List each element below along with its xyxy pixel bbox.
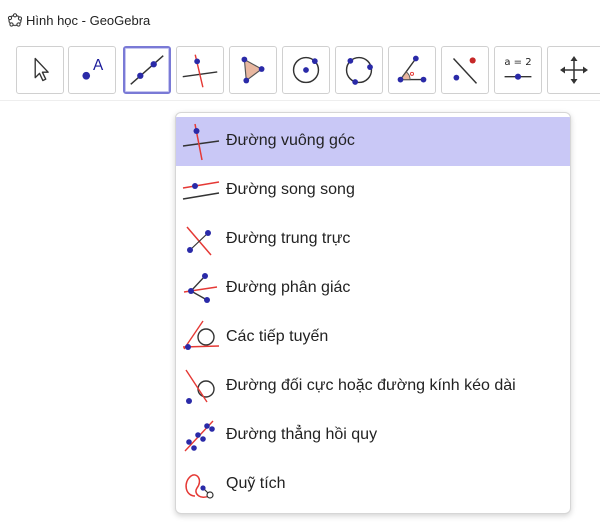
polygon-tool-button[interactable] [229, 46, 277, 94]
line-tool-button[interactable] [123, 46, 171, 94]
move-graphics-tool-button[interactable] [547, 46, 600, 94]
parallel-line-icon [182, 181, 220, 200]
perpendicular-line-icon [182, 54, 218, 88]
menu-item-label: Các tiếp tuyến [226, 328, 329, 345]
menu-item-label: Đường song song [226, 181, 355, 198]
menu-item-tangents[interactable]: Các tiếp tuyến [176, 313, 570, 362]
window-title: Hình học - GeoGebra [26, 13, 151, 28]
reflect-tool-button[interactable] [441, 46, 489, 94]
menu-item-angle-bisector[interactable]: Đường phân giác [176, 264, 570, 313]
polar-diameter-line-icon [185, 369, 215, 404]
menu-item-label: Đường đối cực hoặc đường kính kéo dài [226, 377, 516, 394]
menu-item-perpendicular-bisector[interactable]: Đường trung trực [176, 215, 570, 264]
menu-item-label: Quỹ tích [226, 475, 286, 492]
circle-center-point-tool-button[interactable] [282, 46, 330, 94]
geogebra-logo-icon [7, 13, 23, 27]
menu-item-label: Đường trung trực [226, 230, 351, 247]
menu-item-label: Đường thẳng hồi quy [226, 426, 378, 443]
slider-label: a = 2 [504, 57, 532, 68]
circle-three-points-tool-button[interactable] [335, 46, 383, 94]
point-a-icon: A [82, 57, 104, 80]
tangents-icon [182, 320, 220, 350]
perpendicular-bisector-icon [186, 226, 212, 256]
move-tool-button[interactable] [16, 46, 64, 94]
geogebra-window: Hình học - GeoGebra A a = 2 Đường vuông … [0, 0, 600, 525]
circle-three-points-icon [345, 56, 373, 85]
menu-item-label: Đường vuông góc [226, 132, 355, 149]
reflect-about-line-icon [452, 57, 478, 84]
line-through-two-points-icon [130, 55, 164, 85]
toolbar: A a = 2 [0, 46, 600, 96]
slider-icon [504, 73, 532, 80]
angle-tool-button[interactable] [388, 46, 436, 94]
menu-item-locus[interactable]: Quỹ tích [176, 460, 570, 509]
menu-item-best-fit-line[interactable]: Đường thẳng hồi quy [176, 411, 570, 460]
best-fit-line-icon [184, 420, 215, 452]
polygon-icon [241, 56, 265, 84]
point-label: A [93, 57, 104, 74]
menu-item-parallel-line[interactable]: Đường song song [176, 166, 570, 215]
menu-item-label: Đường phân giác [226, 279, 351, 296]
angle-icon [397, 55, 427, 83]
menu-item-polar-diameter-line[interactable]: Đường đối cực hoặc đường kính kéo dài [176, 362, 570, 411]
title-bar: Hình học - GeoGebra [0, 0, 600, 40]
perpendicular-line-icon [182, 123, 220, 161]
point-tool-button[interactable]: A [68, 46, 116, 94]
menu-item-perpendicular-line[interactable]: Đường vuông góc [176, 117, 570, 166]
cursor-arrow-icon [34, 57, 49, 82]
toolbar-divider [0, 100, 600, 101]
circle-center-point-icon [292, 56, 320, 84]
locus-icon [185, 474, 214, 499]
perpendicular-tools-menu: Đường vuông góc Đường song song Đường tr… [175, 112, 571, 514]
move-graphics-view-icon [560, 56, 588, 84]
slider-tool-button[interactable]: a = 2 [494, 46, 542, 94]
perpendicular-line-tool-button[interactable] [176, 46, 224, 94]
angle-bisector-icon [183, 273, 218, 303]
